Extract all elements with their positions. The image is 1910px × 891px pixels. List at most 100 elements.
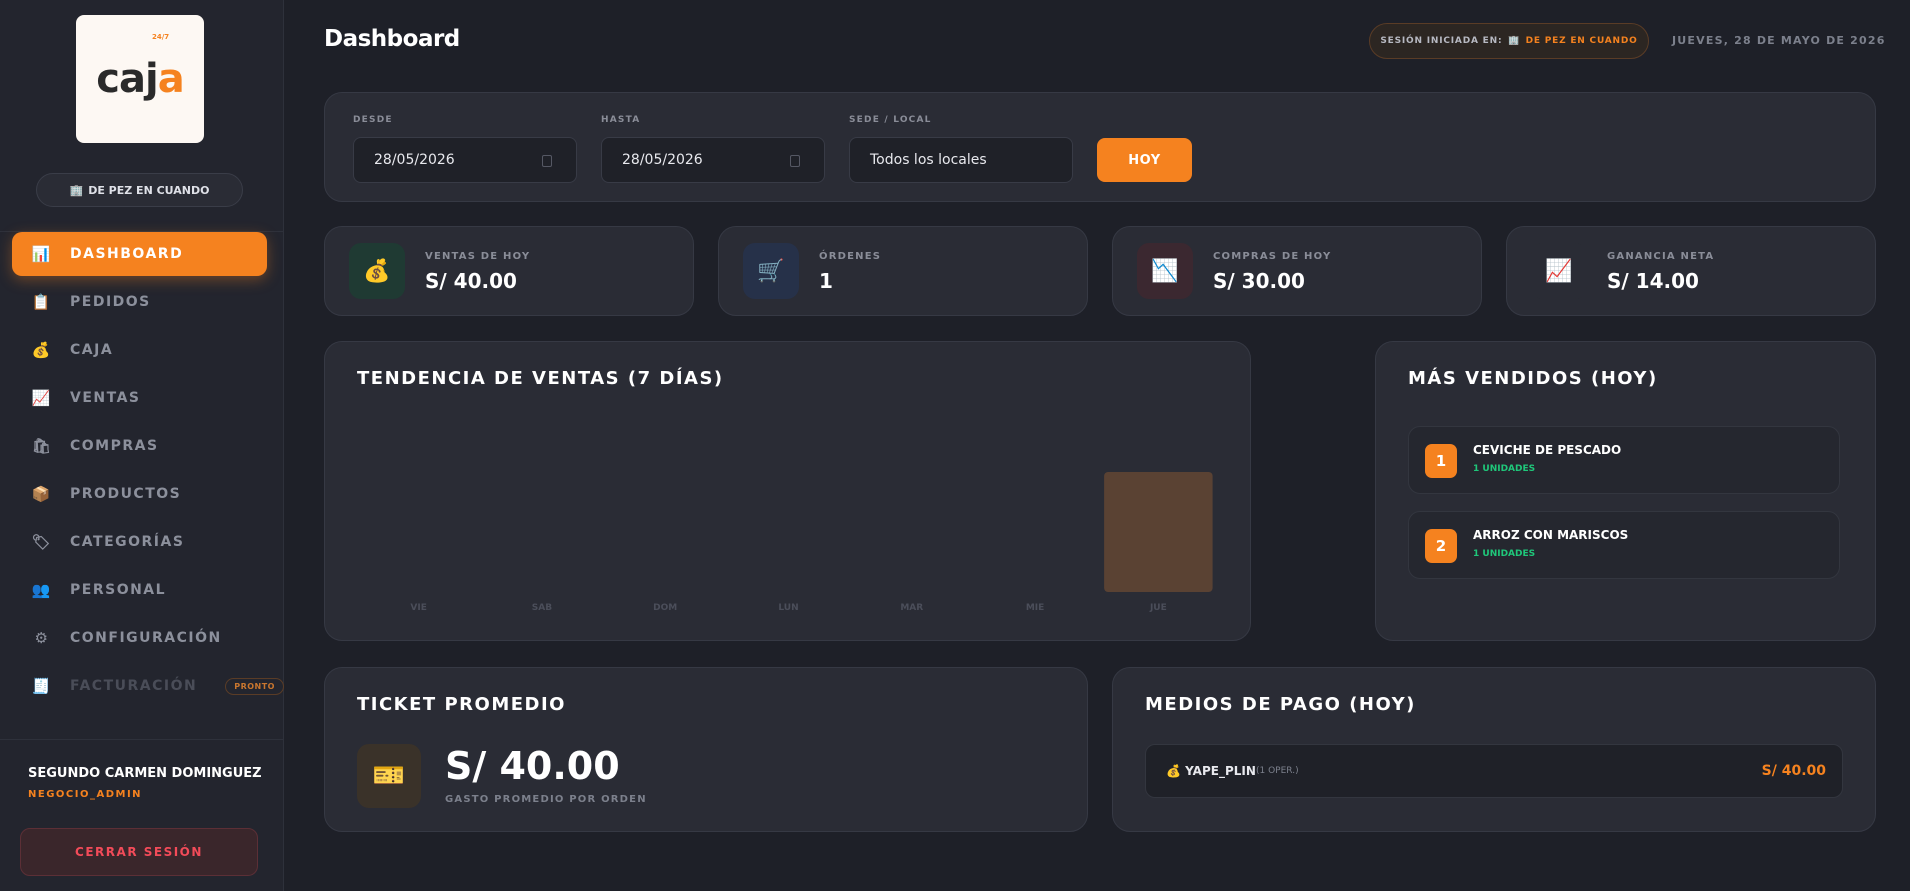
payment-row: 💰 YAPE_PLIN (1 OPER.) S/ 40.00 [1145,744,1843,798]
payments-card: MEDIOS DE PAGO (HOY) 💰 YAPE_PLIN (1 OPER.… [1112,667,1876,832]
sidebar-item-categorias[interactable]: 🏷 CATEGORÍAS [12,520,267,564]
logo-text: caja [96,56,184,102]
sidebar-item-ventas[interactable]: 📈 VENTAS [12,376,267,420]
tag-icon: 🏷 [31,533,53,551]
coming-soon-badge: PRONTO [225,677,284,695]
kpi-label: ÓRDENES [819,251,882,262]
desde-value: 28/05/2026 [374,152,455,168]
sidebar-item-label: VENTAS [70,390,141,406]
shopping-bags-icon: 🛍 [31,437,53,455]
sidebar-nav: 📊 DASHBOARD 📋 PEDIDOS 💰 CAJA 📈 VENTAS 🛍 COMPRAS 📦 P… [12,232,284,712]
logout-button[interactable]: CERRAR SESIÓN [20,828,258,876]
product-name: ARROZ CON MARISCOS [1473,528,1629,542]
hoy-button[interactable]: HOY [1097,138,1192,182]
user-role: NEGOCIO_ADMIN [28,789,143,800]
kpi-label: COMPRAS DE HOY [1213,251,1332,262]
sidebar-item-configuracion[interactable]: ⚙ CONFIGURACIÓN [12,616,267,660]
best-sellers-card: MÁS VENDIDOS (HOY) 1 CEVICHE DE PESCADO 1 … [1375,341,1876,641]
header-date: JUEVES, 28 DE MAYO DE 2026 [1672,34,1886,47]
ticket-subtitle: GASTO PROMEDIO POR ORDEN [445,794,647,805]
sidebar-item-compras[interactable]: 🛍 COMPRAS [12,424,267,468]
package-icon: 📦 [31,485,53,503]
chart-x-tick-label: MIE [1026,603,1044,613]
sidebar-item-pedidos[interactable]: 📋 PEDIDOS [12,280,267,324]
sidebar-item-label: COMPRAS [70,438,159,454]
sidebar-item-caja[interactable]: 💰 CAJA [12,328,267,372]
product-units: 1 UNIDADES [1473,549,1536,559]
product-name: CEVICHE DE PESCADO [1473,443,1622,457]
sidebar-item-label: CONFIGURACIÓN [70,630,222,646]
rank-badge: 2 [1425,529,1457,563]
app-logo[interactable]: caja 24/7 [76,15,204,143]
building-icon: 🏢 [1508,36,1520,46]
sidebar-item-label: CATEGORÍAS [70,534,185,550]
session-value: DE PEZ EN CUANDO [1525,36,1638,46]
kpi-value: 1 [819,269,833,293]
trend-down-icon: 📉 [1137,243,1193,299]
people-icon: 👥 [31,581,53,599]
sidebar-item-label: PRODUCTOS [70,486,182,502]
chart-x-tick-label: DOM [653,603,677,613]
bar-chart-icon: 📊 [31,245,53,263]
sales-trend-chart: VIE SAB DOM LUN MAR MIE JUE [410,472,1213,613]
chart-x-tick-label: SAB [532,603,552,613]
ticket-card: TICKET PROMEDIO 🎫 S/ 40.00 GASTO PROMEDI… [324,667,1088,832]
kpi-label: VENTAS DE HOY [425,251,531,262]
hasta-date-input[interactable]: 28/05/2026 [601,137,825,183]
clipboard-icon: 📋 [31,293,53,311]
session-label: SESIÓN INICIADA EN: [1380,36,1503,46]
hasta-label: HASTA [601,115,641,125]
kpi-card: 📉 COMPRAS DE HOY S/ 30.00 [1112,226,1482,316]
sidebar-item-productos[interactable]: 📦 PRODUCTOS [12,472,267,516]
payment-method-name: 💰 YAPE_PLIN [1166,764,1256,778]
sidebar-item-personal[interactable]: 👥 PERSONAL [12,568,267,612]
kpi-value: S/ 14.00 [1607,269,1699,293]
sales-trend-card: TENDENCIA DE VENTAS (7 DÍAS) VIE SAB DOM LU… [324,341,1251,641]
list-item: 1 CEVICHE DE PESCADO 1 UNIDADES [1408,426,1840,494]
site-label: DE PEZ EN CUANDO [88,183,210,197]
chart-x-tick-label: LUN [778,603,798,613]
money-bag-icon: 💰 [349,243,405,299]
sidebar-item-label: CAJA [70,342,114,358]
kpi-value: S/ 30.00 [1213,269,1305,293]
kpi-value: S/ 40.00 [425,269,517,293]
kpi-card: 🛒 ÓRDENES 1 [718,226,1088,316]
sede-select[interactable]: Todos los locales [849,137,1073,183]
sidebar-item-label: FACTURACIÓN [70,678,198,694]
session-badge: SESIÓN INICIADA EN: 🏢 DE PEZ EN CUANDO [1369,23,1649,59]
chart-bar-jue[interactable] [1104,472,1213,592]
sidebar: caja 24/7 🏢 DE PEZ EN CUANDO 📊 DASHBOARD 📋… [0,0,284,891]
payments-title: MEDIOS DE PAGO (HOY) [1145,694,1416,715]
trend-up-icon: 📈 [1531,243,1587,299]
user-name: SEGUNDO CARMEN DOMINGUEZ [28,766,262,781]
gear-icon: ⚙ [34,629,50,647]
logo-subtext: 24/7 [152,33,170,41]
calendar-icon[interactable] [542,155,552,167]
desde-date-input[interactable]: 28/05/2026 [353,137,577,183]
sidebar-item-label: PERSONAL [70,582,167,598]
kpi-label: GANANCIA NETA [1607,251,1715,262]
hasta-value: 28/05/2026 [622,152,703,168]
product-units: 1 UNIDADES [1473,464,1536,474]
shopping-cart-icon: 🛒 [743,243,799,299]
sidebar-item-dashboard[interactable]: 📊 DASHBOARD [12,232,267,276]
money-bag-icon: 💰 [31,341,53,359]
receipt-icon: 🧾 [31,677,53,695]
rank-badge: 1 [1425,444,1457,478]
kpi-card: 💰 VENTAS DE HOY S/ 40.00 [324,226,694,316]
sidebar-divider [0,739,284,740]
sidebar-item-label: PEDIDOS [70,294,151,310]
trend-up-icon: 📈 [31,389,53,407]
site-selector[interactable]: 🏢 DE PEZ EN CUANDO [36,173,243,207]
best-sellers-title: MÁS VENDIDOS (HOY) [1408,368,1658,389]
building-icon: 🏢 [69,183,84,197]
payment-amount: S/ 40.00 [1761,763,1826,779]
calendar-icon[interactable] [790,155,800,167]
ticket-value: S/ 40.00 [445,744,620,788]
desde-label: DESDE [353,115,393,125]
chart-x-tick-label: MAR [900,603,923,613]
kpi-card: 📈 GANANCIA NETA S/ 14.00 [1506,226,1876,316]
sede-label: SEDE / LOCAL [849,115,932,125]
money-bag-icon: 💰 [1166,764,1181,778]
page-title: Dashboard [324,26,460,52]
